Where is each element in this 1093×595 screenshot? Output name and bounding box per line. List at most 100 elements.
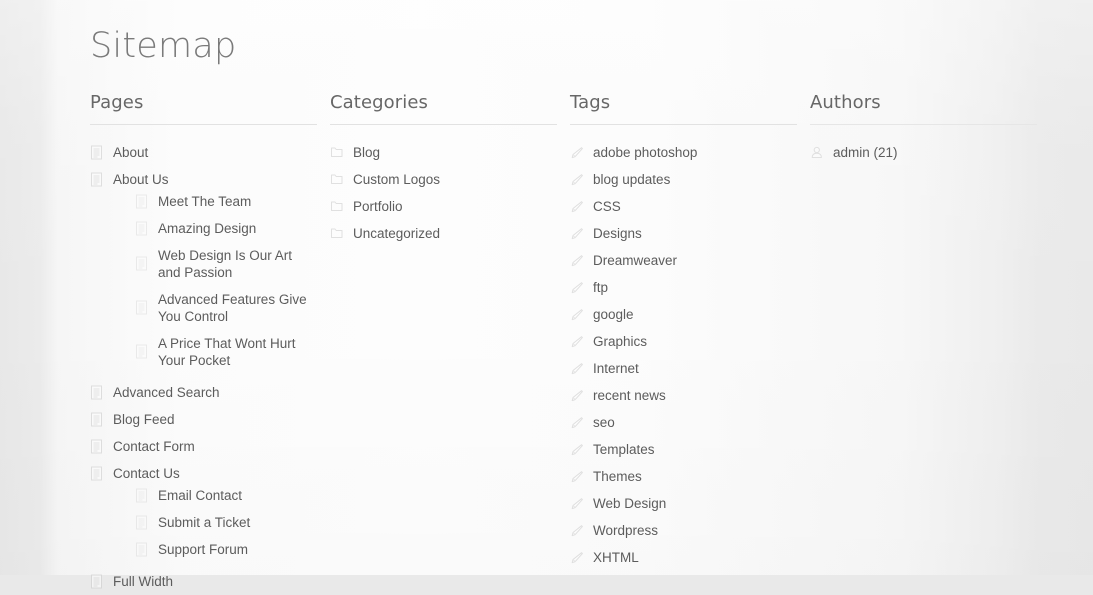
list-item[interactable]: blog updates bbox=[570, 166, 798, 193]
list-item-label: Full Width bbox=[113, 574, 174, 589]
tag-pencil-icon bbox=[570, 415, 584, 430]
list-item-label: About Us bbox=[113, 172, 169, 187]
tag-pencil-icon bbox=[570, 469, 584, 484]
sitemap-columns: Pages About About Us Meet The Team Amazi… bbox=[90, 92, 1050, 595]
list-item[interactable]: Web Design bbox=[570, 490, 798, 517]
list-item-label: CSS bbox=[593, 199, 621, 214]
list-item-label: Web Design Is Our Art and Passion bbox=[158, 248, 293, 280]
page-icon bbox=[135, 344, 149, 359]
list-item[interactable]: Graphics bbox=[570, 328, 798, 355]
page-icon bbox=[135, 221, 149, 236]
list-item[interactable]: Dreamweaver bbox=[570, 247, 798, 274]
list-item[interactable]: Blog bbox=[330, 139, 558, 166]
column-heading-tags: Tags bbox=[570, 92, 797, 125]
list-item[interactable]: recent news bbox=[570, 382, 798, 409]
column-tags: Tags adobe photoshop blog updates CSS Desig… bbox=[570, 92, 810, 595]
list-item-label: Submit a Ticket bbox=[158, 515, 251, 530]
list-item-label: Custom Logos bbox=[353, 172, 441, 187]
list-item-label: Advanced Features Give You Control bbox=[158, 292, 307, 324]
page-title: Sitemap bbox=[90, 26, 237, 66]
list-item[interactable]: adobe photoshop bbox=[570, 139, 798, 166]
list-item[interactable]: Web Design Is Our Art and Passion bbox=[135, 242, 318, 286]
categories-list: Blog Custom Logos Portfolio Uncategorize… bbox=[330, 139, 570, 247]
list-item[interactable]: Support Forum bbox=[135, 536, 318, 563]
page-icon bbox=[90, 466, 104, 481]
pages-sublist: Email Contact Submit a Ticket Support Fo… bbox=[113, 482, 318, 563]
list-item[interactable]: Contact Us Email Contact Submit a Ticket… bbox=[90, 460, 318, 568]
list-item-label: Amazing Design bbox=[158, 221, 257, 236]
list-item-label: About bbox=[113, 145, 149, 160]
tags-list: adobe photoshop blog updates CSS Designs Dre… bbox=[570, 139, 810, 571]
list-item-label: Dreamweaver bbox=[593, 253, 678, 268]
folder-icon bbox=[330, 226, 344, 241]
list-item[interactable]: Wordpress bbox=[570, 517, 798, 544]
column-heading-categories: Categories bbox=[330, 92, 557, 125]
tag-pencil-icon bbox=[570, 253, 584, 268]
page-icon bbox=[135, 194, 149, 209]
list-item-label: google bbox=[593, 307, 634, 322]
list-item[interactable]: Internet bbox=[570, 355, 798, 382]
list-item[interactable]: Uncategorized bbox=[330, 220, 558, 247]
list-item[interactable]: Amazing Design bbox=[135, 215, 318, 242]
sitemap-page: Sitemap Pages About About Us Meet The Te… bbox=[0, 0, 1093, 589]
content-area: Sitemap Pages About About Us Meet The Te… bbox=[90, 0, 1050, 589]
list-item-label: Portfolio bbox=[353, 199, 403, 214]
tag-pencil-icon bbox=[570, 307, 584, 322]
tag-pencil-icon bbox=[570, 145, 584, 160]
list-item[interactable]: About bbox=[90, 139, 318, 166]
list-item-label: recent news bbox=[593, 388, 666, 403]
list-item-label: seo bbox=[593, 415, 615, 430]
list-item-label: Blog Feed bbox=[113, 412, 175, 427]
list-item-label: Email Contact bbox=[158, 488, 243, 503]
tag-pencil-icon bbox=[570, 199, 584, 214]
list-item-label: Meet The Team bbox=[158, 194, 252, 209]
tag-pencil-icon bbox=[570, 226, 584, 241]
list-item[interactable]: A Price That Wont Hurt Your Pocket bbox=[135, 330, 318, 374]
list-item-label: Advanced Search bbox=[113, 385, 220, 400]
tag-pencil-icon bbox=[570, 496, 584, 511]
list-item[interactable]: Full Width bbox=[90, 568, 318, 595]
list-item-label: A Price That Wont Hurt Your Pocket bbox=[158, 336, 296, 368]
column-categories: Categories Blog Custom Logos Portfolio U… bbox=[330, 92, 570, 595]
list-item[interactable]: Blog Feed bbox=[90, 406, 318, 433]
list-item-label: Wordpress bbox=[593, 523, 659, 538]
list-item[interactable]: XHTML bbox=[570, 544, 798, 571]
list-item[interactable]: Submit a Ticket bbox=[135, 509, 318, 536]
list-item-label: adobe photoshop bbox=[593, 145, 698, 160]
tag-pencil-icon bbox=[570, 388, 584, 403]
page-icon bbox=[135, 488, 149, 503]
list-item[interactable]: google bbox=[570, 301, 798, 328]
list-item[interactable]: Advanced Features Give You Control bbox=[135, 286, 318, 330]
page-icon bbox=[90, 385, 104, 400]
tag-pencil-icon bbox=[570, 361, 584, 376]
list-item-label: Internet bbox=[593, 361, 639, 376]
folder-icon bbox=[330, 199, 344, 214]
list-item[interactable]: Email Contact bbox=[135, 482, 318, 509]
list-item-label: admin (21) bbox=[833, 145, 898, 160]
list-item[interactable]: seo bbox=[570, 409, 798, 436]
list-item-label: Designs bbox=[593, 226, 642, 241]
list-item[interactable]: Contact Form bbox=[90, 433, 318, 460]
list-item-label: blog updates bbox=[593, 172, 671, 187]
list-item-label: Blog bbox=[353, 145, 381, 160]
list-item[interactable]: Meet The Team bbox=[135, 188, 318, 215]
folder-icon bbox=[330, 172, 344, 187]
list-item[interactable]: CSS bbox=[570, 193, 798, 220]
page-icon bbox=[90, 439, 104, 454]
list-item[interactable]: Portfolio bbox=[330, 193, 558, 220]
column-pages: Pages About About Us Meet The Team Amazi… bbox=[90, 92, 330, 595]
list-item[interactable]: Themes bbox=[570, 463, 798, 490]
list-item-label: Support Forum bbox=[158, 542, 249, 557]
list-item[interactable]: ftp bbox=[570, 274, 798, 301]
list-item-label: Web Design bbox=[593, 496, 667, 511]
folder-icon bbox=[330, 145, 344, 160]
list-item[interactable]: Custom Logos bbox=[330, 166, 558, 193]
list-item[interactable]: admin (21) bbox=[810, 139, 1038, 166]
list-item-label: ftp bbox=[593, 280, 609, 295]
tag-pencil-icon bbox=[570, 280, 584, 295]
list-item[interactable]: Advanced Search bbox=[90, 379, 318, 406]
list-item[interactable]: Designs bbox=[570, 220, 798, 247]
list-item[interactable]: Templates bbox=[570, 436, 798, 463]
list-item[interactable]: About Us Meet The Team Amazing Design We… bbox=[90, 166, 318, 379]
column-authors: Authors admin (21) bbox=[810, 92, 1050, 595]
